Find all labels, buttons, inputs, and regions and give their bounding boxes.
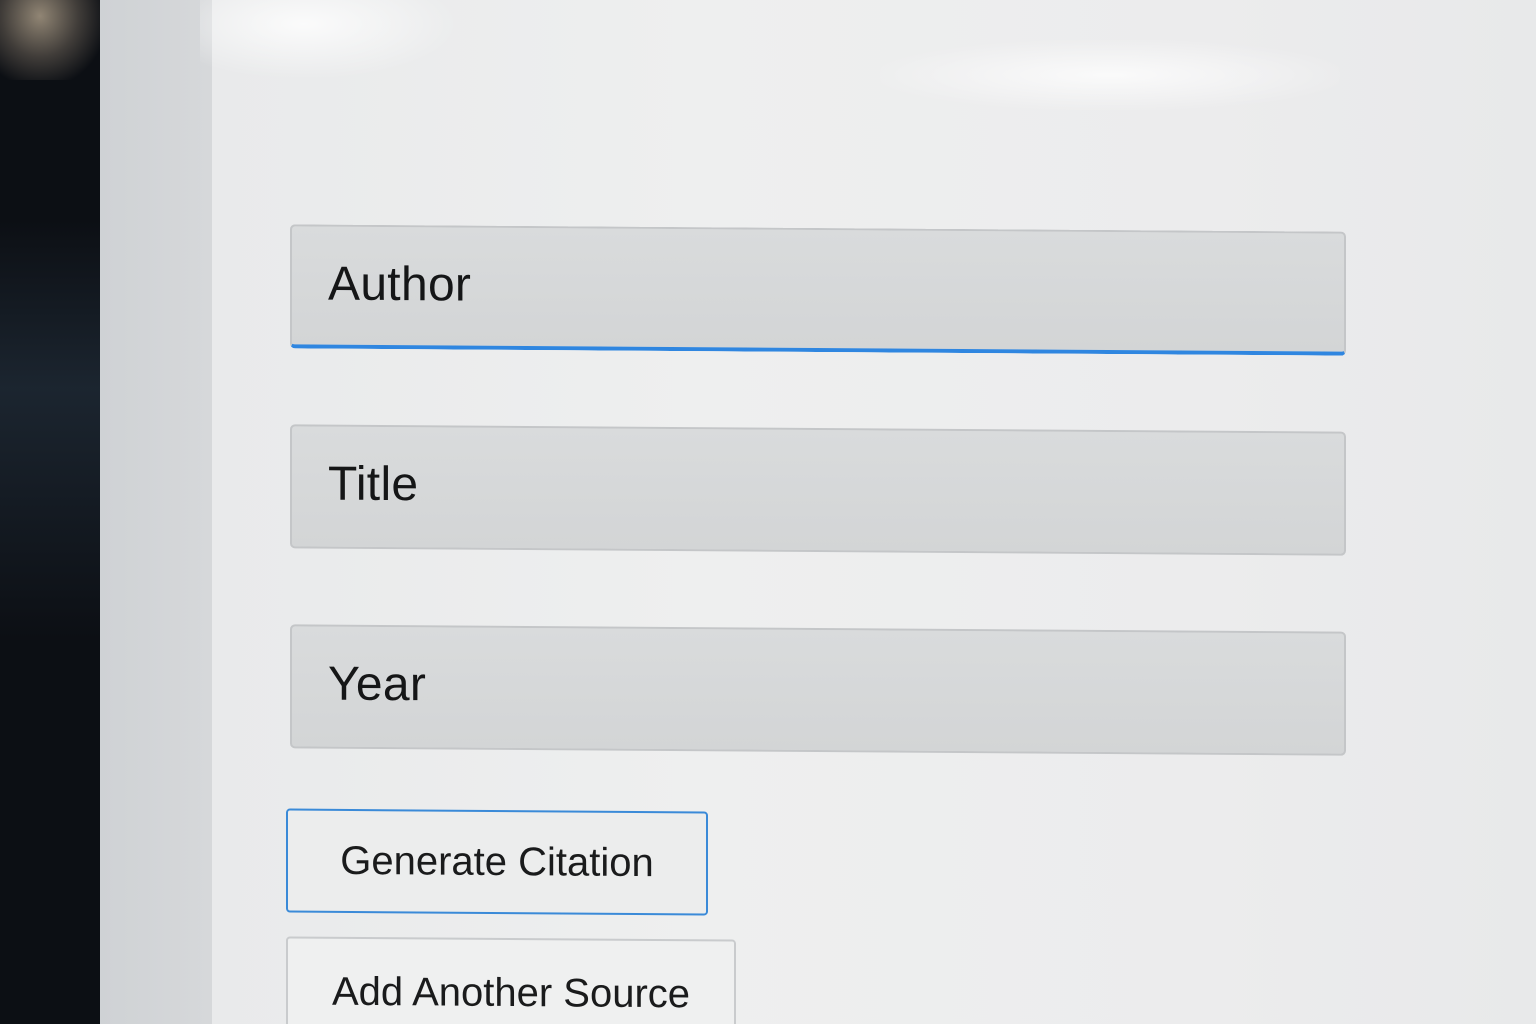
screen-glare [200,0,460,80]
bezel-light-reflection [0,0,100,80]
sidebar [100,0,212,1024]
screen: Author Title Year Generate Citation Add … [100,0,1536,1024]
year-field[interactable]: Year [290,624,1346,756]
author-field[interactable]: Author [290,224,1346,356]
add-another-source-button[interactable]: Add Another Source [286,936,736,1024]
title-field[interactable]: Title [290,424,1346,556]
photo-scene: Author Title Year Generate Citation Add … [0,0,1536,1024]
author-field-placeholder: Author [328,257,472,312]
generate-citation-button[interactable]: Generate Citation [286,808,708,916]
bezel-reflection [0,220,100,640]
title-field-placeholder: Title [328,457,419,512]
screen-glare [880,40,1340,110]
citation-form: Author Title Year [290,224,1346,828]
year-field-placeholder: Year [328,657,427,712]
